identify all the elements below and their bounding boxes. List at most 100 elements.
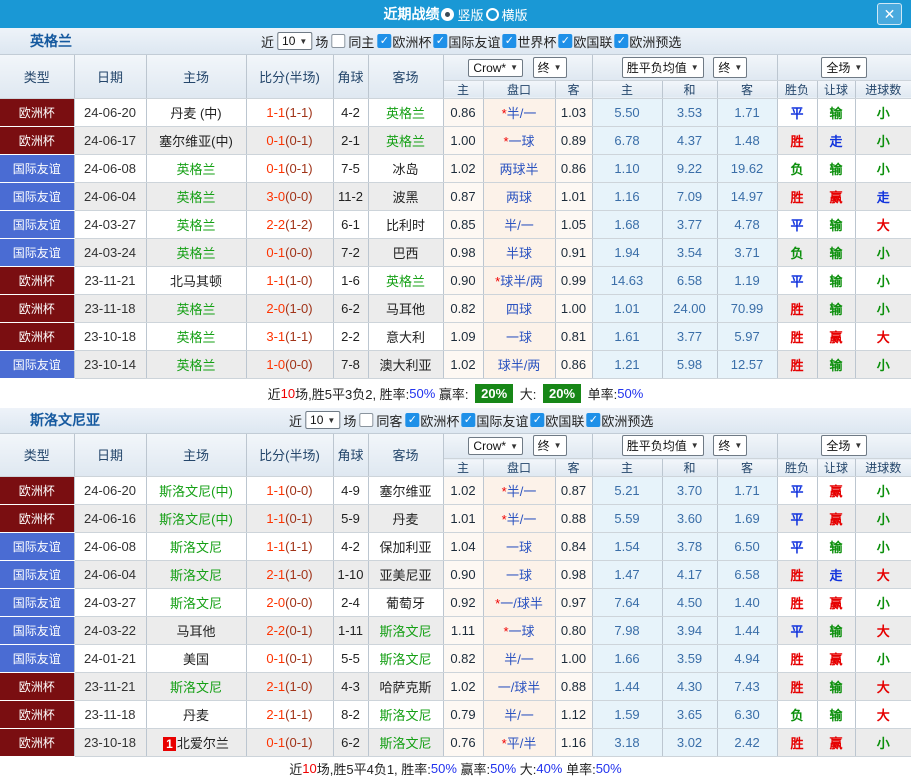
close-button[interactable]: ✕ <box>877 3 902 25</box>
result-cell: 平 <box>777 617 817 645</box>
fulltime-score: 2-0 <box>266 595 285 610</box>
radio-selected-icon[interactable] <box>441 8 454 21</box>
away-odds-cell: 1.16 <box>555 729 592 757</box>
checkbox-checked-icon[interactable]: ✓ <box>461 413 475 427</box>
avg-away-cell: 6.58 <box>717 561 777 589</box>
checkbox-checked-icon[interactable]: ✓ <box>433 34 447 48</box>
league-filter[interactable]: ✓国际友谊 <box>461 411 528 430</box>
away-team-name: 英格兰 <box>386 106 425 121</box>
home-team-name: 斯洛文尼(中) <box>159 512 233 527</box>
avg-time-select[interactable]: 终▼ <box>713 57 747 78</box>
league-filter[interactable]: ✓欧国联 <box>558 32 612 51</box>
avg-away-cell: 5.97 <box>717 322 777 350</box>
checkbox-checked-icon[interactable]: ✓ <box>377 34 391 48</box>
sub-draw-avg-header: 和 <box>662 80 717 98</box>
away-team-name: 哈萨克斯 <box>379 680 431 695</box>
odds-time-select[interactable]: 终▼ <box>533 57 567 78</box>
result-cell: 平 <box>777 477 817 505</box>
league-filter[interactable]: ✓欧洲杯 <box>377 32 431 51</box>
away-team-cell: 斯洛文尼 <box>368 701 443 729</box>
team-section-england: 英格兰 近 10▼ 场 同主 ✓欧洲杯✓国际友谊✓世界杯✓欧国联✓欧洲预选 类型… <box>0 28 911 408</box>
goals-result-cell: 小 <box>855 505 911 533</box>
handicap-result-cell: 赢 <box>817 505 855 533</box>
league-filter[interactable]: ✓欧洲杯 <box>405 411 459 430</box>
away-team-cell: 英格兰 <box>368 98 443 126</box>
same-venue-label[interactable]: 同主 <box>348 32 374 51</box>
handicap-result-cell: 赢 <box>817 729 855 757</box>
same-venue-label[interactable]: 同客 <box>376 411 402 430</box>
fulltime-select[interactable]: 全场▼ <box>821 57 867 78</box>
radio-vertical-label[interactable]: 竖版 <box>457 5 483 24</box>
checkbox-checked-icon[interactable]: ✓ <box>530 413 544 427</box>
avg-home-cell: 1.94 <box>592 238 662 266</box>
sub-away-odds-header: 客 <box>555 459 592 477</box>
score-cell: 0-1(0-1) <box>246 645 333 673</box>
sub-handicap-header: 盘口 <box>483 80 555 98</box>
result-cell: 平 <box>777 533 817 561</box>
home-team-cell: 斯洛文尼 <box>146 561 246 589</box>
col-corner-header: 角球 <box>333 434 368 477</box>
result-cell: 平 <box>777 266 817 294</box>
score-cell: 3-0(0-0) <box>246 182 333 210</box>
avg-draw-cell: 4.17 <box>662 561 717 589</box>
avg-type-select[interactable]: 胜平负均值▼ <box>622 57 704 78</box>
score-cell: 2-2(0-1) <box>246 617 333 645</box>
radio-horizontal-label[interactable]: 横版 <box>502 5 528 24</box>
avg-away-cell: 1.19 <box>717 266 777 294</box>
league-filter[interactable]: ✓欧国联 <box>530 411 584 430</box>
goals-result-cell: 小 <box>855 729 911 757</box>
handicap-result-cell: 输 <box>817 617 855 645</box>
league-filter[interactable]: ✓世界杯 <box>502 32 556 51</box>
home-odds-cell: 1.01 <box>443 505 483 533</box>
same-venue-checkbox[interactable] <box>331 34 345 48</box>
same-venue-checkbox[interactable] <box>359 413 373 427</box>
away-team-name: 巴西 <box>392 246 418 261</box>
home-team-name: 斯洛文尼 <box>170 680 222 695</box>
avg-time-select[interactable]: 终▼ <box>713 435 747 456</box>
halftime-score: (0-1) <box>285 623 312 638</box>
col-handicap-result-header: 让球 <box>817 459 855 477</box>
checkbox-checked-icon[interactable]: ✓ <box>586 413 600 427</box>
handicap-result-cell: 输 <box>817 350 855 378</box>
avg-home-cell: 7.98 <box>592 617 662 645</box>
avg-away-cell: 1.71 <box>717 477 777 505</box>
odds-provider-select[interactable]: Crow*▼ <box>468 437 523 455</box>
result-cell: 胜 <box>777 589 817 617</box>
date-cell: 24-06-20 <box>74 477 146 505</box>
match-count-select[interactable]: 10▼ <box>277 32 312 50</box>
checkbox-checked-icon[interactable]: ✓ <box>502 34 516 48</box>
halftime-score: (0-0) <box>285 245 312 260</box>
handicap-result-cell: 赢 <box>817 182 855 210</box>
handicap-cell: 半/一 <box>483 645 555 673</box>
away-team-name: 斯洛文尼 <box>379 708 431 723</box>
avg-type-select[interactable]: 胜平负均值▼ <box>622 435 704 456</box>
checkbox-checked-icon[interactable]: ✓ <box>405 413 419 427</box>
rank-badge: 1 <box>163 737 176 751</box>
corner-cell: 4-3 <box>333 673 368 701</box>
checkbox-checked-icon[interactable]: ✓ <box>558 34 572 48</box>
league-filter[interactable]: ✓国际友谊 <box>433 32 500 51</box>
odds-time-select[interactable]: 终▼ <box>533 435 567 456</box>
chevron-down-icon: ▼ <box>691 441 699 450</box>
avg-home-cell: 5.50 <box>592 98 662 126</box>
handicap-value: 半球 <box>506 246 532 261</box>
away-team-name: 澳大利亚 <box>379 358 431 373</box>
avg-home-cell: 1.68 <box>592 210 662 238</box>
odds-provider-select[interactable]: Crow*▼ <box>468 59 523 77</box>
match-row: 国际友谊24-06-04斯洛文尼2-1(1-0)1-10亚美尼亚0.90一球0.… <box>0 561 911 589</box>
away-team-name: 斯洛文尼 <box>379 736 431 751</box>
avg-home-cell: 1.59 <box>592 701 662 729</box>
checkbox-checked-icon[interactable]: ✓ <box>614 34 628 48</box>
avg-home-cell: 1.21 <box>592 350 662 378</box>
league-filter[interactable]: ✓欧洲预选 <box>614 32 681 51</box>
goals-result-cell: 小 <box>855 98 911 126</box>
league-filter[interactable]: ✓欧洲预选 <box>586 411 653 430</box>
radio-unselected-icon[interactable] <box>486 8 499 21</box>
fulltime-select[interactable]: 全场▼ <box>821 435 867 456</box>
match-type-badge: 国际友谊 <box>0 561 74 589</box>
match-count-select[interactable]: 10▼ <box>305 411 340 429</box>
corner-cell: 11-2 <box>333 182 368 210</box>
away-team-cell: 亚美尼亚 <box>368 561 443 589</box>
summary-text: 50% <box>409 386 435 401</box>
match-row: 欧洲杯24-06-20丹麦 (中)1-1(1-1)4-2英格兰0.86*半/一1… <box>0 98 911 126</box>
